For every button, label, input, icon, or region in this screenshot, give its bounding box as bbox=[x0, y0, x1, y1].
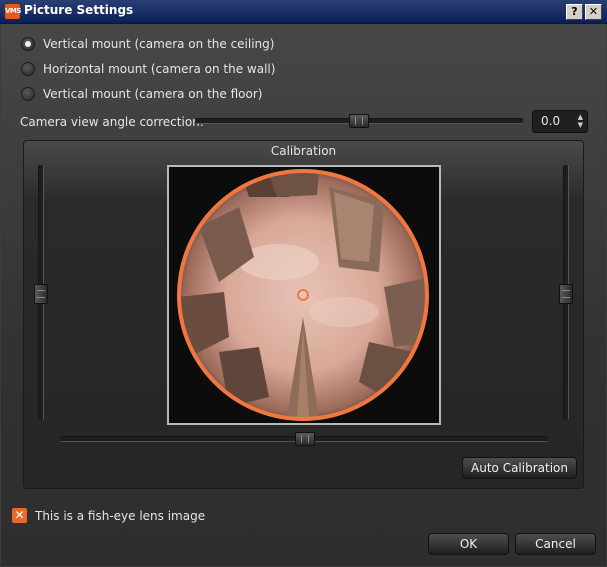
radio-label: Horizontal mount (camera on the wall) bbox=[43, 62, 276, 76]
radio-label: Vertical mount (camera on the ceiling) bbox=[43, 37, 275, 51]
left-slider-thumb[interactable] bbox=[34, 284, 48, 304]
radio-label: Vertical mount (camera on the floor) bbox=[43, 87, 263, 101]
radio-ceiling-mount[interactable]: Vertical mount (camera on the ceiling) bbox=[21, 35, 274, 53]
radio-button-icon[interactable] bbox=[21, 87, 35, 101]
window-title: Picture Settings bbox=[24, 3, 134, 17]
auto-calibration-button[interactable]: Auto Calibration bbox=[462, 457, 577, 479]
calibration-title: Calibration bbox=[270, 144, 337, 158]
ok-button[interactable]: OK bbox=[428, 533, 509, 555]
radio-button-icon[interactable] bbox=[21, 62, 35, 76]
angle-correction-label: Camera view angle correction: bbox=[20, 115, 204, 129]
fisheye-image[interactable] bbox=[169, 167, 439, 423]
close-button[interactable]: ✕ bbox=[585, 4, 602, 20]
checkbox-checked-icon[interactable]: ✕ bbox=[12, 508, 27, 523]
help-button[interactable]: ? bbox=[566, 4, 583, 20]
title-bar: VMS Picture Settings ? ✕ bbox=[0, 0, 607, 24]
radio-floor-mount[interactable]: Vertical mount (camera on the floor) bbox=[21, 85, 262, 103]
fisheye-checkbox-label: This is a fish-eye lens image bbox=[35, 508, 206, 523]
right-slider-thumb[interactable] bbox=[559, 284, 573, 304]
spin-arrows-icon[interactable]: ▲ ▼ bbox=[578, 113, 583, 129]
cancel-button[interactable]: Cancel bbox=[515, 533, 596, 555]
app-icon: VMS bbox=[5, 4, 21, 19]
radio-wall-mount[interactable]: Horizontal mount (camera on the wall) bbox=[21, 60, 275, 78]
angle-value[interactable]: 0.0 bbox=[541, 114, 560, 128]
angle-spinbox[interactable]: 0.0 ▲ ▼ bbox=[532, 110, 588, 133]
horizontal-slider-thumb[interactable] bbox=[295, 432, 315, 446]
angle-slider-thumb[interactable] bbox=[349, 114, 369, 128]
radio-button-icon[interactable] bbox=[21, 37, 35, 51]
fisheye-checkbox-row[interactable]: ✕ This is a fish-eye lens image bbox=[12, 508, 205, 523]
calibration-image-frame bbox=[167, 165, 441, 425]
